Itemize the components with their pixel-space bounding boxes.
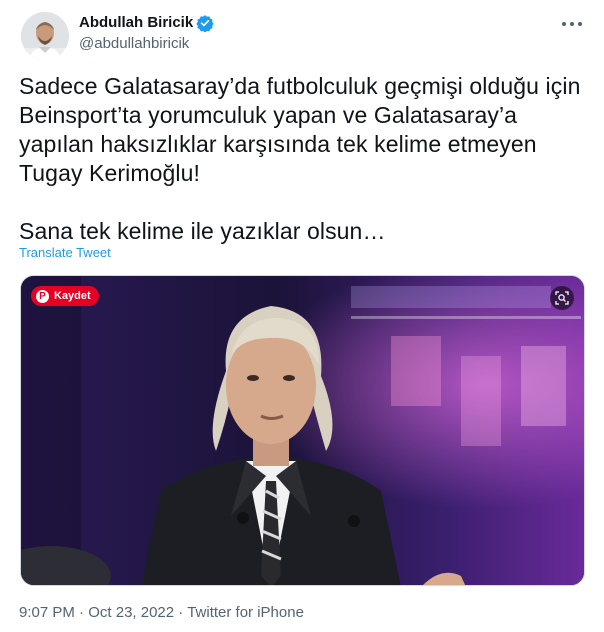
tweet-source[interactable]: Twitter for iPhone [187,604,304,621]
meta-separator: · [74,604,89,621]
save-label: Kaydet [54,290,91,302]
tweet-meta: 9:07 PM · Oct 23, 2022 · Twitter for iPh… [19,603,304,623]
author-block: Abdullah Biricik @abdullahbiricik [79,13,214,54]
verified-badge-icon [196,14,214,33]
tweet: Abdullah Biricik @abdullahbiricik Sadece… [0,0,604,632]
tweet-date[interactable]: Oct 23, 2022 [88,604,174,621]
pinterest-save-button[interactable]: P Kaydet [31,286,99,306]
avatar[interactable] [21,12,69,60]
handle[interactable]: @abdullahbiricik [79,34,214,54]
display-name[interactable]: Abdullah Biricik [79,13,193,33]
tweet-text: Sadece Galatasaray’da futbolculuk geçmiş… [19,73,581,244]
name-row: Abdullah Biricik [79,13,214,33]
translate-tweet-link[interactable]: Translate Tweet [19,245,111,261]
tweet-time[interactable]: 9:07 PM [19,604,75,621]
meta-separator: · [174,604,188,621]
pinterest-icon: P [36,289,49,303]
tweet-media-image[interactable]: P Kaydet [20,275,585,586]
studio-photo [21,276,584,585]
visual-search-icon[interactable] [550,286,574,310]
more-horizontal-icon[interactable] [562,16,582,32]
